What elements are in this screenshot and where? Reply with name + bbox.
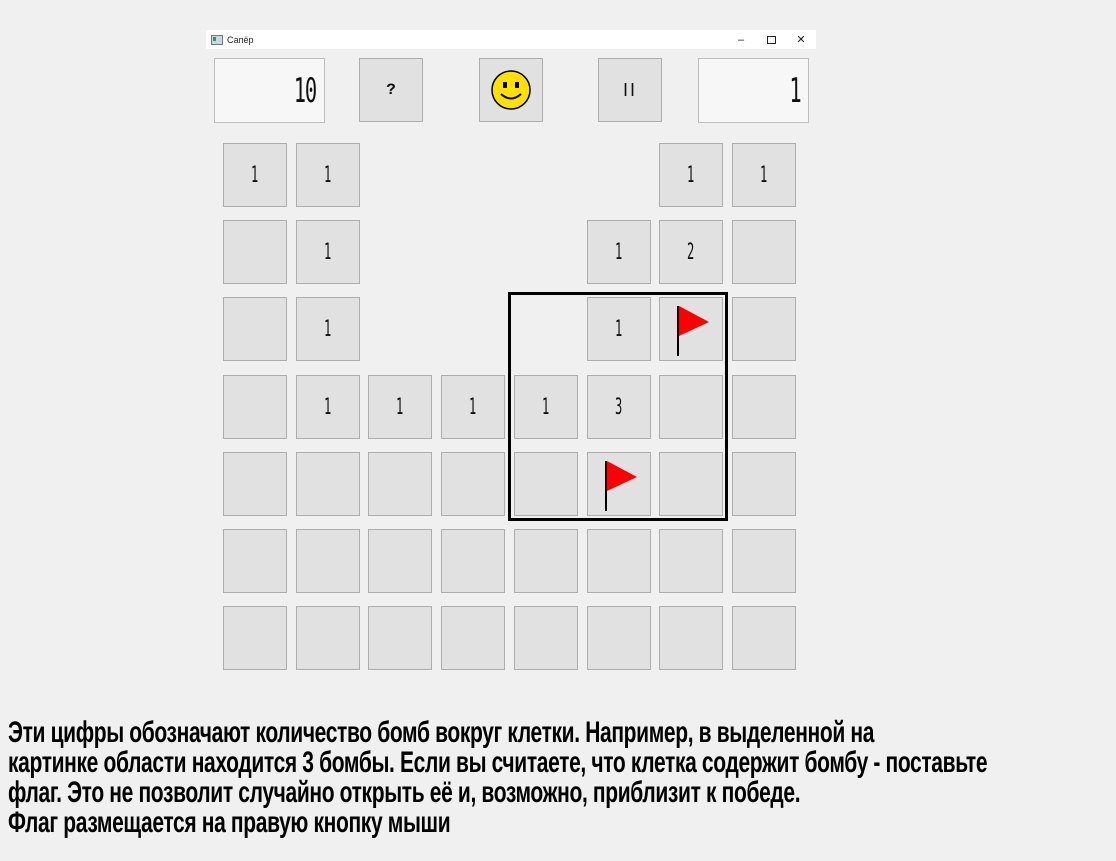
closed-cell[interactable]: [223, 297, 287, 361]
closed-cell[interactable]: [514, 606, 578, 670]
open-cell[interactable]: [514, 297, 578, 361]
cell-number: 1: [324, 316, 332, 342]
closed-cell[interactable]: [296, 529, 360, 593]
timer-counter: 1: [698, 58, 809, 123]
open-cell[interactable]: [368, 143, 432, 207]
closed-cell[interactable]: [296, 606, 360, 670]
closed-cell[interactable]: [368, 606, 432, 670]
closed-cell[interactable]: [368, 452, 432, 516]
maximize-button[interactable]: [756, 30, 786, 49]
open-cell[interactable]: [441, 220, 505, 284]
instructions-text: Эти цифры обозначают количество бомб вок…: [8, 718, 1112, 838]
closed-cell[interactable]: [732, 529, 796, 593]
title-bar: Сапёр – ✕: [206, 30, 816, 49]
closed-cell[interactable]: [587, 529, 651, 593]
closed-cell[interactable]: [223, 375, 287, 439]
closed-cell[interactable]: [659, 375, 723, 439]
closed-cell[interactable]: [441, 606, 505, 670]
closed-cell[interactable]: [732, 375, 796, 439]
flagged-cell[interactable]: [587, 452, 651, 516]
cell-number: 1: [760, 162, 768, 188]
open-cell[interactable]: [587, 143, 651, 207]
closed-cell[interactable]: [514, 529, 578, 593]
closed-cell[interactable]: [223, 529, 287, 593]
flagged-cell[interactable]: [659, 297, 723, 361]
window-title: Сапёр: [227, 34, 254, 45]
flag-icon: [677, 306, 709, 356]
cell-number: 1: [251, 162, 259, 188]
open-cell[interactable]: [514, 220, 578, 284]
number-cell[interactable]: 3: [587, 375, 651, 439]
closed-cell[interactable]: [587, 606, 651, 670]
number-cell[interactable]: 1: [732, 143, 796, 207]
cell-number: 1: [687, 162, 695, 188]
number-cell[interactable]: 1: [296, 375, 360, 439]
closed-cell[interactable]: [223, 220, 287, 284]
cell-number: 3: [615, 394, 623, 420]
cell-number: 1: [396, 394, 404, 420]
open-cell[interactable]: [441, 297, 505, 361]
new-game-button[interactable]: [479, 58, 543, 122]
open-cell[interactable]: [368, 297, 432, 361]
closed-cell[interactable]: [732, 452, 796, 516]
pause-button[interactable]: II: [598, 58, 662, 122]
closed-cell[interactable]: [368, 529, 432, 593]
closed-cell[interactable]: [659, 529, 723, 593]
closed-cell[interactable]: [441, 529, 505, 593]
closed-cell[interactable]: [732, 220, 796, 284]
open-cell[interactable]: [441, 143, 505, 207]
closed-cell[interactable]: [659, 452, 723, 516]
cell-number: 1: [615, 316, 623, 342]
cell-number: 1: [542, 394, 550, 420]
cell-number: 1: [324, 239, 332, 265]
mine-counter-value: 10: [293, 70, 317, 111]
open-cell[interactable]: [514, 143, 578, 207]
open-cell[interactable]: [368, 220, 432, 284]
timer-value: 1: [788, 70, 801, 111]
closed-cell[interactable]: [732, 297, 796, 361]
cell-number: 1: [324, 394, 332, 420]
number-cell[interactable]: 1: [296, 220, 360, 284]
minimize-button[interactable]: –: [726, 30, 756, 49]
number-cell[interactable]: 2: [659, 220, 723, 284]
closed-cell[interactable]: [223, 452, 287, 516]
app-icon: [211, 34, 223, 45]
smiley-face-icon: [491, 70, 531, 110]
number-cell[interactable]: 1: [587, 220, 651, 284]
number-cell[interactable]: 1: [659, 143, 723, 207]
instructions-line: Флаг размещается на правую кнопку мыши: [8, 806, 451, 839]
instructions-line: Эти цифры обозначают количество бомб вок…: [8, 716, 875, 749]
help-button[interactable]: ?: [359, 58, 423, 122]
cell-number: 2: [687, 239, 695, 265]
closed-cell[interactable]: [441, 452, 505, 516]
cell-number: 1: [469, 394, 477, 420]
cell-number: 1: [324, 162, 332, 188]
number-cell[interactable]: 1: [223, 143, 287, 207]
close-button[interactable]: ✕: [786, 30, 816, 49]
mine-counter: 10: [214, 58, 325, 123]
number-cell[interactable]: 1: [368, 375, 432, 439]
maximize-icon: [766, 35, 776, 44]
cell-number: 1: [615, 239, 623, 265]
closed-cell[interactable]: [223, 606, 287, 670]
flag-icon: [605, 461, 637, 511]
number-cell[interactable]: 1: [296, 143, 360, 207]
closed-cell[interactable]: [296, 452, 360, 516]
number-cell[interactable]: 1: [514, 375, 578, 439]
number-cell[interactable]: 1: [441, 375, 505, 439]
closed-cell[interactable]: [514, 452, 578, 516]
instructions-line: флаг. Это не позволит случайно открыть е…: [8, 776, 801, 809]
closed-cell[interactable]: [659, 606, 723, 670]
number-cell[interactable]: 1: [587, 297, 651, 361]
closed-cell[interactable]: [732, 606, 796, 670]
instructions-line: картинке области находится 3 бомбы. Если…: [8, 746, 988, 779]
number-cell[interactable]: 1: [296, 297, 360, 361]
